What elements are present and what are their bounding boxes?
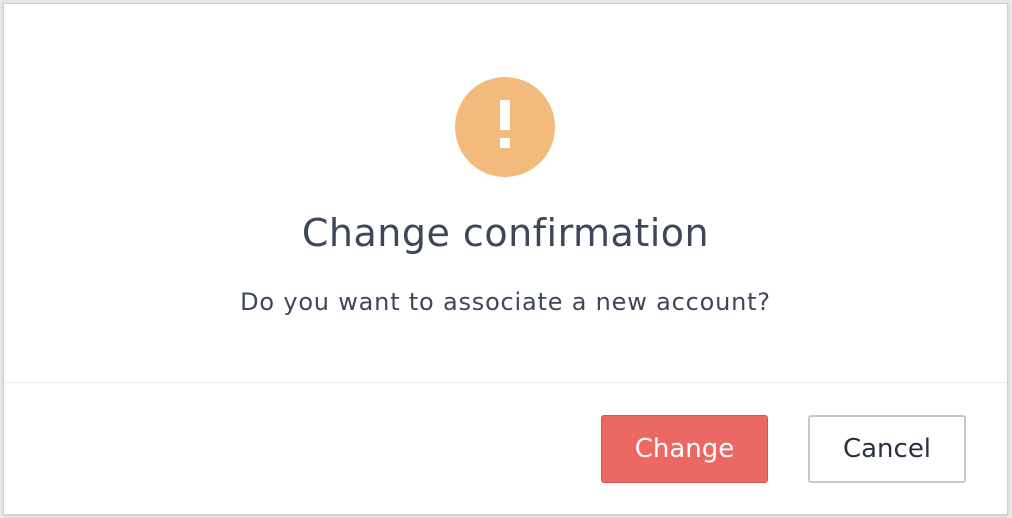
- dialog-message: Do you want to associate a new account?: [240, 288, 771, 316]
- change-button[interactable]: Change: [601, 415, 768, 483]
- exclamation-dot: [500, 138, 510, 148]
- dialog-title: Change confirmation: [301, 211, 710, 255]
- cancel-button[interactable]: Cancel: [808, 415, 966, 483]
- change-confirmation-dialog: Change confirmation Do you want to assoc…: [3, 3, 1008, 515]
- dialog-body: Change confirmation Do you want to assoc…: [4, 4, 1007, 382]
- warning-icon: [455, 77, 555, 177]
- exclamation-bar: [500, 100, 510, 130]
- dialog-divider: [4, 382, 1007, 383]
